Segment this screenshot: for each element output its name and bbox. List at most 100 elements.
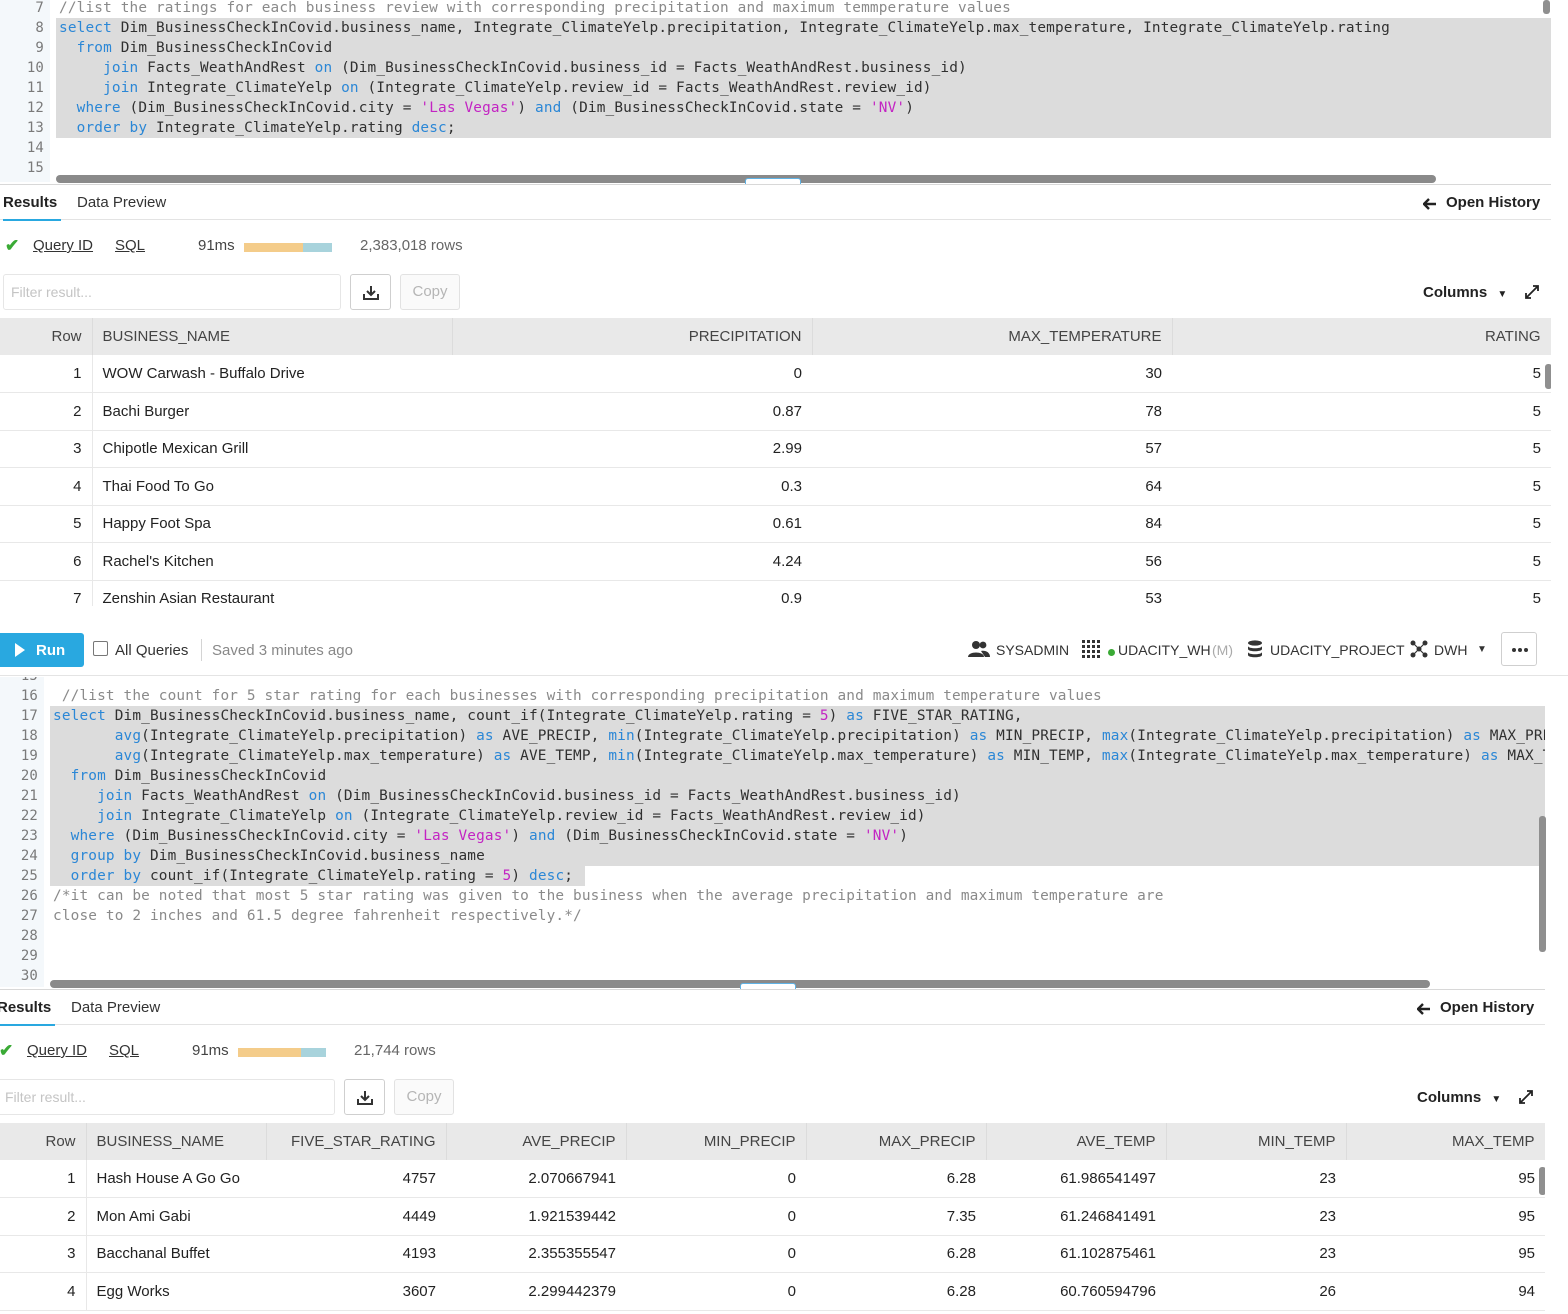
table-cell[interactable]: 0.3 [452, 467, 812, 506]
table-cell[interactable]: 0 [626, 1272, 806, 1311]
filter-result-input[interactable] [0, 1079, 335, 1115]
code-line[interactable]: 18 avg(Integrate_ClimateYelp.precipitati… [21, 726, 1545, 746]
column-header-business-name[interactable]: BUSINESS_NAME [92, 318, 453, 355]
column-header-min-temp[interactable]: MIN_TEMP [1166, 1123, 1347, 1160]
tab-data-preview[interactable]: Data Preview [77, 194, 166, 211]
table-cell[interactable]: 0 [626, 1160, 806, 1198]
sql-editor-top[interactable]: 7 //list the ratings for each business re… [0, 0, 1551, 182]
code-line[interactable]: 26 /*it can be noted that most 5 star rat… [0, 886, 1545, 906]
table-row[interactable]: 2 Bachi Burger 0.87 78 5 [0, 392, 1551, 431]
table-row[interactable]: 4 Egg Works 3607 2.299442379 0 6.28 60.7605947… [0, 1272, 1545, 1311]
table-cell[interactable]: 5 [1172, 505, 1551, 543]
table-cell[interactable]: 0 [452, 355, 812, 393]
table-cell[interactable]: Rachel's Kitchen [92, 542, 452, 581]
table-cell[interactable]: 5 [1172, 355, 1551, 393]
table-cell[interactable]: WOW Carwash - Buffalo Drive [92, 355, 452, 393]
row-number-cell[interactable]: 3 [0, 1235, 87, 1273]
code-line[interactable]: 8 select Dim_BusinessCheckInCovid.busines… [35, 18, 1551, 38]
code-line[interactable]: 19 avg(Integrate_ClimateYelp.max_tempera… [21, 746, 1545, 766]
table-cell[interactable]: 23 [1166, 1197, 1346, 1236]
table-cell[interactable]: 60.760594796 [986, 1272, 1166, 1311]
table-cell[interactable]: 5 [1172, 430, 1551, 468]
code-line[interactable]: 10 join Facts_WeathAndRest on (Dim_Busin… [27, 58, 1551, 78]
table-cell[interactable]: 61.246841491 [986, 1197, 1166, 1236]
table-cell[interactable]: 94 [1346, 1272, 1545, 1311]
column-header-five-star-rating[interactable]: FIVE_STAR_RATING [266, 1123, 447, 1160]
row-number-cell[interactable]: 2 [0, 1197, 87, 1236]
table-cell[interactable]: 7.35 [806, 1197, 986, 1236]
column-header-max-precip[interactable]: MAX_PRECIP [806, 1123, 987, 1160]
table-cell[interactable]: 6.28 [806, 1235, 986, 1273]
table-cell[interactable]: 64 [812, 467, 1172, 506]
column-header-ave-precip[interactable]: AVE_PRECIP [446, 1123, 627, 1160]
row-number-cell[interactable]: 4 [0, 467, 93, 506]
run-button[interactable]: Run [0, 633, 84, 667]
table-cell[interactable]: 5 [1172, 392, 1551, 431]
table-cell[interactable]: Chipotle Mexican Grill [92, 430, 452, 468]
copy-button[interactable]: Copy [394, 1079, 454, 1115]
expand-icon[interactable] [1524, 284, 1540, 300]
row-number-cell[interactable]: 4 [0, 1272, 87, 1311]
copy-button[interactable]: Copy [400, 274, 460, 310]
code-line[interactable]: 20 from Dim_BusinessCheckInCovid [21, 766, 1545, 786]
code-line[interactable]: 17 select Dim_BusinessCheckInCovid.busine… [21, 706, 1545, 726]
table-cell[interactable]: Hash House A Go Go [86, 1160, 266, 1198]
table-cell[interactable]: 61.102875461 [986, 1235, 1166, 1273]
table-cell[interactable]: 61.986541497 [986, 1160, 1166, 1198]
column-header-rating[interactable]: RATING [1172, 318, 1551, 355]
column-header-ave-temp[interactable]: AVE_TEMP [986, 1123, 1167, 1160]
table-cell[interactable]: 2.99 [452, 430, 812, 468]
sql-editor-bottom[interactable]: 1516 //list the count for 5 star rating … [0, 677, 1545, 987]
code-line[interactable]: 16 //list the count for 5 star rating fo… [0, 686, 1545, 706]
filter-result-input[interactable] [3, 274, 341, 310]
table-row[interactable]: 4 Thai Food To Go 0.3 64 5 [0, 467, 1551, 506]
code-line[interactable]: 25 order by count_if(Integrate_ClimateYe… [0, 866, 1545, 886]
table-row[interactable]: 2 Mon Ami Gabi 4449 1.921539442 0 7.35 61.2468… [0, 1197, 1545, 1236]
row-number-cell[interactable]: 3 [0, 430, 93, 468]
table-cell[interactable]: 30 [812, 355, 1172, 393]
all-queries-checkbox[interactable] [93, 641, 108, 656]
more-options-button[interactable] [1501, 632, 1537, 666]
table-cell[interactable]: Thai Food To Go [92, 467, 452, 506]
table-row[interactable]: 5 Happy Foot Spa 0.61 84 5 [0, 505, 1551, 543]
table-cell[interactable]: 5 [1172, 467, 1551, 506]
sql-link[interactable]: SQL [109, 1042, 139, 1059]
columns-menu-button[interactable]: Columns ▼ [1417, 1089, 1501, 1106]
table-cell[interactable]: 3607 [266, 1272, 446, 1311]
column-header-row[interactable]: Row [0, 1123, 87, 1160]
row-number-cell[interactable]: 1 [0, 1160, 87, 1198]
table-cell[interactable]: 78 [812, 392, 1172, 431]
column-header-row[interactable]: Row [0, 318, 93, 355]
table-cell[interactable]: 4757 [266, 1160, 446, 1198]
code-line[interactable]: 24 group by Dim_BusinessCheckInCovid.bus… [21, 846, 1545, 866]
table-cell[interactable]: 2.299442379 [446, 1272, 626, 1311]
table-cell[interactable]: 84 [812, 505, 1172, 543]
code-line[interactable]: 13 order by Integrate_ClimateYelp.rating… [27, 118, 1551, 138]
table-cell[interactable]: 2.355355547 [446, 1235, 626, 1273]
download-button[interactable] [350, 274, 391, 310]
download-button[interactable] [344, 1079, 385, 1115]
code-line[interactable]: 29 [0, 946, 1545, 966]
table-cell[interactable]: 95 [1346, 1197, 1545, 1236]
columns-menu-button[interactable]: Columns ▼ [1423, 284, 1507, 301]
table-cell[interactable]: Egg Works [86, 1272, 266, 1311]
table-cell[interactable]: 4193 [266, 1235, 446, 1273]
table-cell[interactable]: 23 [1166, 1235, 1346, 1273]
column-header-max-temp[interactable]: MAX_TEMP [1346, 1123, 1545, 1160]
table-row[interactable]: 7 Zenshin Asian Restaurant 0.9 53 5 [0, 580, 1551, 606]
table-cell[interactable]: 6.28 [806, 1272, 986, 1311]
row-number-cell[interactable]: 5 [0, 505, 93, 543]
table-cell[interactable]: Zenshin Asian Restaurant [92, 580, 452, 606]
code-line[interactable]: 7 //list the ratings for each business re… [0, 0, 1551, 18]
table-cell[interactable]: 2.070667941 [446, 1160, 626, 1198]
table-cell[interactable]: 0 [626, 1197, 806, 1236]
tab-results[interactable]: Results [0, 999, 56, 1026]
table-vertical-scrollbar[interactable] [1545, 364, 1551, 389]
editor-vertical-scrollbar[interactable] [1539, 816, 1546, 952]
column-header-precipitation[interactable]: PRECIPITATION [452, 318, 813, 355]
table-cell[interactable]: 5 [1172, 542, 1551, 581]
row-number-cell[interactable]: 7 [0, 580, 93, 606]
code-line[interactable]: 22 join Integrate_ClimateYelp on (Integr… [21, 806, 1545, 826]
table-cell[interactable]: 57 [812, 430, 1172, 468]
code-line[interactable]: 15 [0, 677, 1545, 686]
